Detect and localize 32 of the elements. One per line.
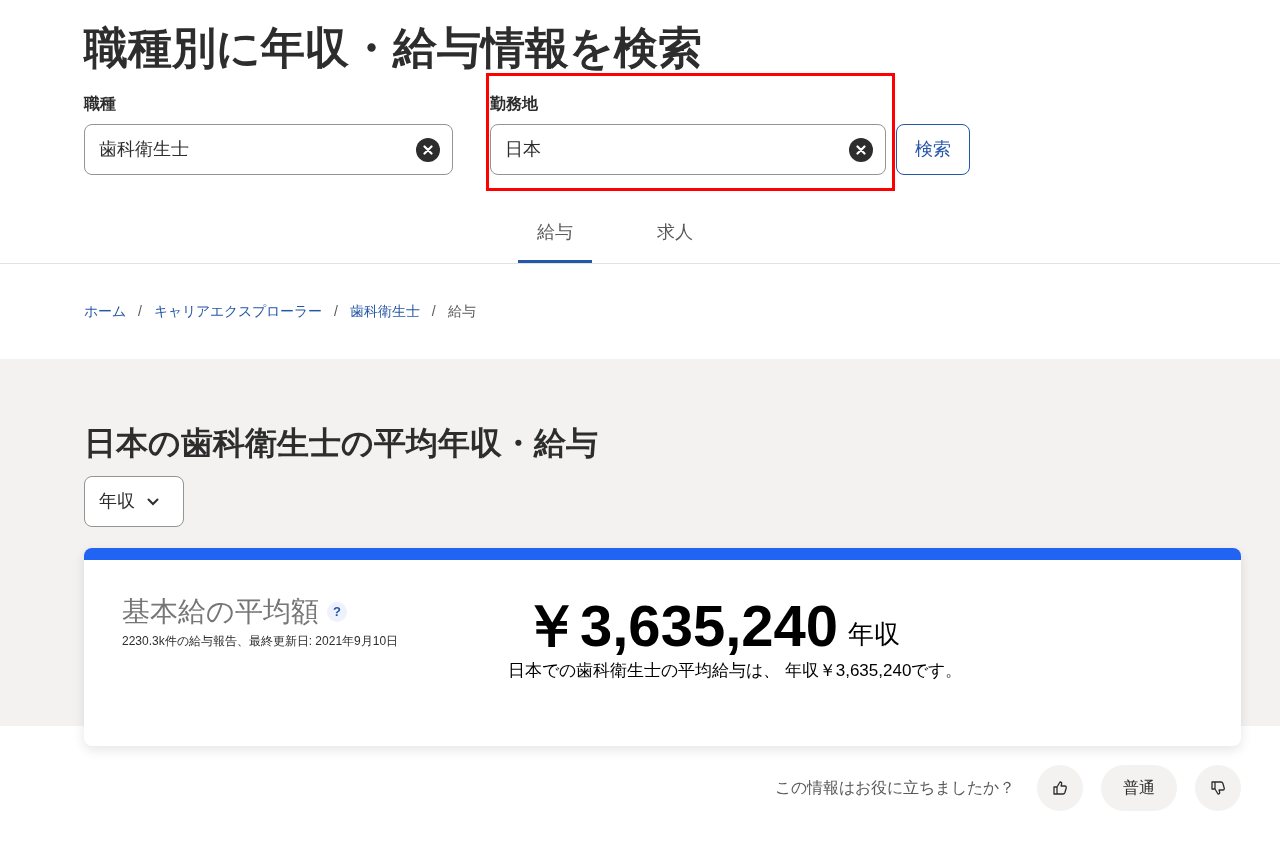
- field-label: 職種: [84, 94, 117, 114]
- thumbs-down-button[interactable]: [1195, 765, 1241, 811]
- clear-icon[interactable]: [849, 137, 873, 162]
- input-field[interactable]: 日本: [490, 124, 886, 175]
- breadcrumb-link[interactable]: キャリアエクスプローラー: [153, 301, 322, 322]
- breadcrumb-current: 給与: [447, 302, 476, 321]
- thumbs-up-icon: [1052, 780, 1068, 796]
- salary-unit: 年収: [848, 618, 901, 651]
- breadcrumb-link[interactable]: 歯科衛生士: [349, 301, 420, 322]
- breadcrumb-separator: /: [333, 302, 338, 321]
- feedback-question: この情報はお役に立ちましたか？: [775, 778, 1015, 798]
- breadcrumb-separator: /: [431, 302, 436, 321]
- card-label: 基本給の平均額: [122, 595, 319, 629]
- input-field[interactable]: 歯科衛生士: [84, 124, 453, 175]
- help-icon[interactable]: ?: [327, 602, 347, 622]
- thumbs-down-icon: [1210, 780, 1226, 796]
- chevron-down-icon: [147, 497, 159, 506]
- salary-amount: ￥3,635,240: [522, 594, 839, 658]
- period-dropdown[interactable]: 年収: [84, 476, 184, 527]
- update-info: 2230.3k件の給与報告、最終更新日: 2021年9月10日: [122, 633, 400, 650]
- section-heading: 日本の歯科衛生士の平均年収・給与: [84, 424, 599, 463]
- search-button[interactable]: 検索: [896, 124, 970, 175]
- field-label: 勤務地: [490, 94, 539, 114]
- clear-icon[interactable]: [416, 137, 440, 162]
- breadcrumb-link[interactable]: ホーム: [84, 301, 126, 322]
- tab[interactable]: 給与: [518, 204, 592, 263]
- page-title: 職種別に年収・給与情報を検索: [84, 22, 703, 74]
- salary-summary: 日本での歯科衛生士の平均給与は、 年収￥3,635,240です。: [508, 660, 963, 682]
- neutral-button[interactable]: 普通: [1101, 765, 1177, 811]
- breadcrumb-separator: /: [138, 302, 142, 321]
- thumbs-up-button[interactable]: [1037, 765, 1083, 811]
- tab[interactable]: 求人: [638, 204, 712, 263]
